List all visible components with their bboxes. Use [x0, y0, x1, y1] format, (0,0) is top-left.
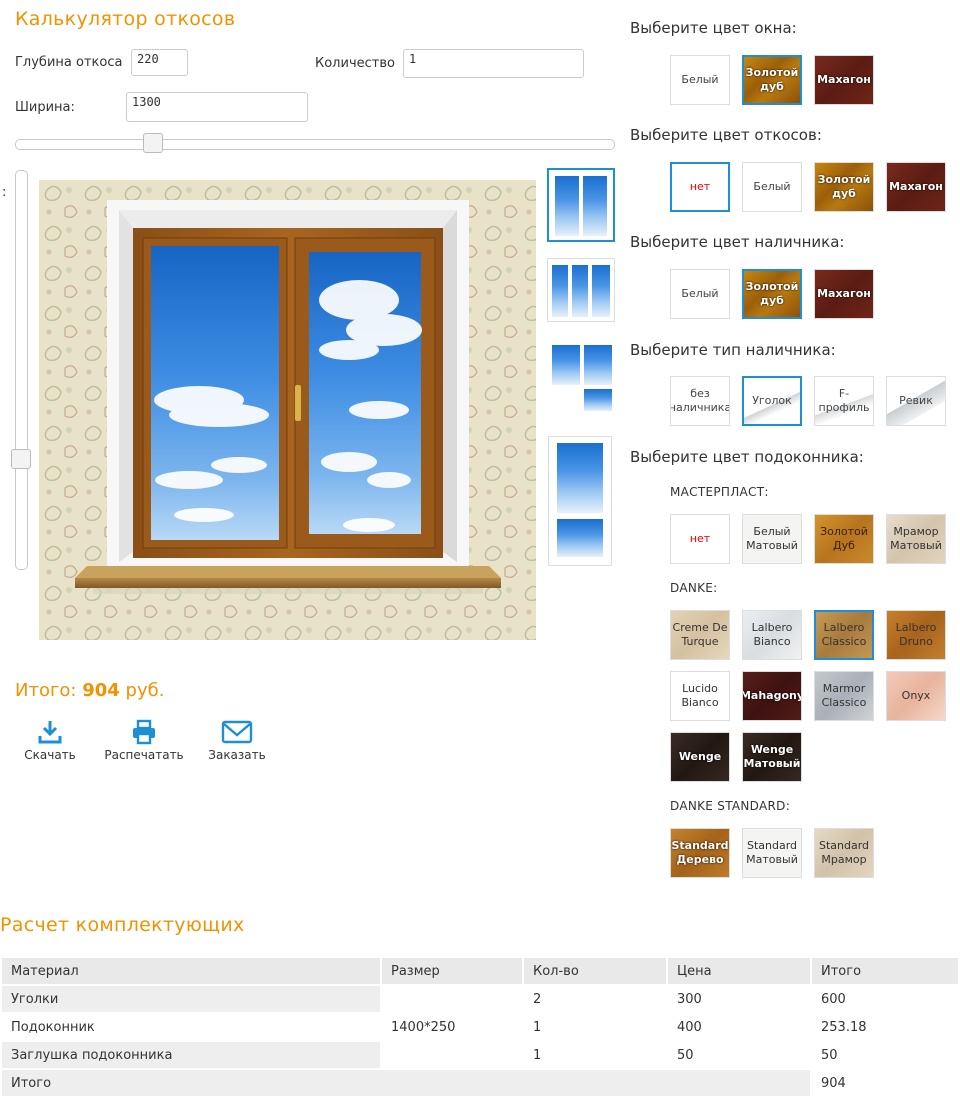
- width-label: Ширина:: [15, 100, 75, 115]
- table-footer: Итого 904: [2, 1070, 958, 1096]
- cell-total: 600: [821, 991, 846, 1007]
- cell-size: [382, 1042, 522, 1068]
- col-total: Итого: [812, 958, 958, 984]
- col-price: Цена: [668, 958, 810, 984]
- window-color-white[interactable]: Белый: [670, 55, 730, 105]
- window-illustration: [39, 180, 536, 640]
- cell-total: 253.18: [821, 1019, 867, 1035]
- print-label: Распечатать: [104, 748, 184, 762]
- depth-label: Глубина откоса: [15, 55, 123, 70]
- sill-danke-lucido-bianco[interactable]: Lucido Bianco: [670, 671, 730, 721]
- window-color-heading: Выберите цвет окна:: [630, 19, 797, 37]
- sill-danke-mahagony[interactable]: Mahagony: [742, 671, 802, 721]
- trim-color-golden-oak[interactable]: Золотой дуб: [742, 269, 802, 319]
- cell-material: Подоконник: [11, 1019, 95, 1035]
- trim-type-f-profile[interactable]: F-профиль: [814, 376, 874, 426]
- sill-standard-matte[interactable]: Standard Матовый: [742, 828, 802, 878]
- width-slider-handle[interactable]: [143, 133, 163, 153]
- sill-group-danke: DANKE:: [670, 581, 718, 595]
- download-label: Скачать: [24, 748, 76, 762]
- table-header: Материал Размер Кол-во Цена Итого: [2, 958, 958, 984]
- total-suffix: руб.: [119, 680, 165, 701]
- cell-qty: 1: [533, 1019, 542, 1035]
- window-type-thumb-3[interactable]: [547, 338, 615, 414]
- window-type-thumb-2[interactable]: [547, 258, 615, 322]
- height-slider-track[interactable]: [15, 170, 28, 570]
- sill-danke-lalbero-bianco[interactable]: Lalbero Bianco: [742, 610, 802, 660]
- order-label: Заказать: [208, 748, 266, 762]
- trim-color-heading: Выберите цвет наличника:: [630, 233, 845, 251]
- table-row: Заглушка подоконника 1 50 50: [2, 1042, 958, 1068]
- cell-size: 1400*250: [391, 1019, 456, 1035]
- sill-masterplast-marble-matte[interactable]: Мрамор Матовый: [886, 514, 946, 564]
- trim-color-white[interactable]: Белый: [670, 269, 730, 319]
- slope-color-mahogany[interactable]: Махагон: [886, 162, 946, 212]
- components-table: Материал Размер Кол-во Цена Итого Уголки…: [0, 956, 960, 1098]
- trim-type-corner[interactable]: Уголок: [742, 376, 802, 426]
- table-row: Подоконник 1400*250 1 400 253.18: [2, 1014, 958, 1040]
- sill-standard-marble[interactable]: Standard Мрамор: [814, 828, 874, 878]
- quantity-input[interactable]: 1: [403, 49, 584, 78]
- total-value: 904: [82, 680, 120, 701]
- cell-size: [382, 986, 522, 1012]
- quantity-label: Количество: [315, 56, 395, 71]
- cell-material: Заглушка подоконника: [2, 1042, 380, 1068]
- sill-danke-marmor-classico[interactable]: Marmor Classico: [814, 671, 874, 721]
- col-qty: Кол-во: [524, 958, 666, 984]
- sill-group-danke-standard: DANKE STANDARD:: [670, 799, 791, 813]
- cell-price: 50: [677, 1047, 694, 1063]
- sill-color-heading: Выберите цвет подоконника:: [630, 448, 864, 466]
- col-size: Размер: [382, 958, 522, 984]
- cell-total: 50: [821, 1047, 838, 1063]
- sill-danke-creme-de-turque[interactable]: Creme De Turque: [670, 610, 730, 660]
- sill-masterplast-none[interactable]: нет: [670, 514, 730, 564]
- table-row: Уголки 2 300 600: [2, 986, 958, 1012]
- sill-danke-lalbero-druno[interactable]: Lalbero Druno: [886, 610, 946, 660]
- cell-qty: 2: [533, 991, 542, 1007]
- trim-type-revik[interactable]: Ревик: [886, 376, 946, 426]
- sill-group-masterplast: МАСТЕРПЛАСТ:: [670, 485, 769, 499]
- total-price: Итого: 904 руб.: [15, 680, 164, 701]
- order-button[interactable]: Заказать: [205, 719, 269, 762]
- envelope-icon: [221, 720, 253, 744]
- cell-material: Уголки: [2, 986, 380, 1012]
- slope-color-golden-oak[interactable]: Золотой дуб: [814, 162, 874, 212]
- sill-masterplast-golden-oak[interactable]: Золотой Дуб: [814, 514, 874, 564]
- total-prefix: Итого:: [15, 680, 83, 701]
- sill-danke-onyx[interactable]: Onyx: [886, 671, 946, 721]
- sill-danke-wenge-matte[interactable]: Wenge Матовый: [742, 732, 802, 782]
- trim-type-heading: Выберите тип наличника:: [630, 341, 836, 359]
- height-slider-handle[interactable]: [11, 449, 31, 469]
- components-heading: Расчет комплектующих: [0, 914, 245, 936]
- print-button[interactable]: Распечатать: [103, 719, 185, 762]
- window-type-thumb-4[interactable]: [548, 436, 612, 566]
- sill-danke-lalbero-classico[interactable]: Lalbero Classico: [814, 610, 874, 660]
- sill-danke-wenge[interactable]: Wenge: [670, 732, 730, 782]
- window-color-golden-oak[interactable]: Золотой дуб: [742, 55, 802, 105]
- window-type-thumb-1[interactable]: [547, 168, 615, 242]
- printer-icon: [133, 719, 155, 745]
- width-slider-track[interactable]: [15, 139, 615, 150]
- download-button[interactable]: Скачать: [20, 719, 80, 762]
- footer-total: 904: [821, 1075, 846, 1091]
- slope-color-none[interactable]: нет: [670, 162, 730, 212]
- cell-price: 400: [677, 1019, 702, 1035]
- slope-color-white[interactable]: Белый: [742, 162, 802, 212]
- trim-color-mahogany[interactable]: Махагон: [814, 269, 874, 319]
- col-material: Материал: [2, 958, 380, 984]
- sill-masterplast-white-matte[interactable]: Белый Матовый: [742, 514, 802, 564]
- depth-input[interactable]: 220: [131, 49, 188, 76]
- footer-label: Итого: [2, 1070, 810, 1096]
- trim-type-none[interactable]: без наличника: [670, 376, 730, 426]
- download-icon: [38, 721, 62, 744]
- cell-qty: 1: [533, 1047, 542, 1063]
- window-preview: [39, 180, 536, 640]
- window-color-mahogany[interactable]: Махагон: [814, 55, 874, 105]
- cell-price: 300: [677, 991, 702, 1007]
- width-input[interactable]: 1300: [126, 92, 308, 122]
- sill-standard-wood[interactable]: Standard Дерево: [670, 828, 730, 878]
- calculator-title: Калькулятор откосов: [15, 8, 236, 30]
- slope-color-heading: Выберите цвет откосов:: [630, 126, 822, 144]
- vertical-slider-label: :: [2, 185, 7, 200]
